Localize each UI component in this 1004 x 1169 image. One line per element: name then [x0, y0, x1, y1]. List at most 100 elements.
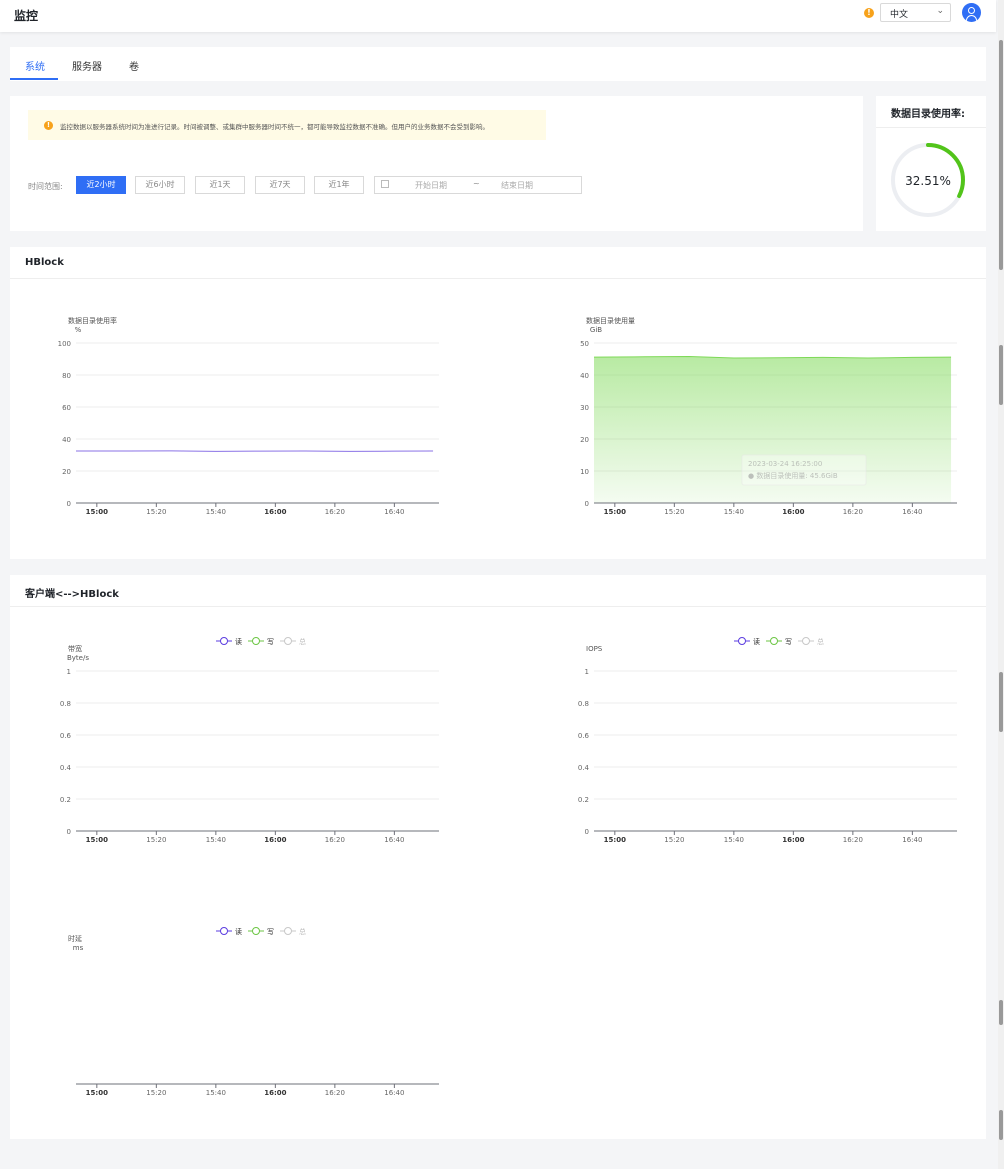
- x-tick-label: 15:00: [604, 836, 626, 844]
- y-axis-unit: Byte/s: [67, 654, 89, 662]
- notice-text: 监控数据以服务器系统时间为准进行记录。时间被调整、或集群中服务器时间不统一，都可…: [60, 123, 489, 131]
- page-title: 监控: [14, 9, 39, 23]
- start-date-input[interactable]: 开始日期: [415, 180, 447, 191]
- x-tick-label: 16:00: [264, 508, 286, 516]
- y-tick-label: 0.4: [60, 764, 72, 772]
- legend-label: 写: [785, 638, 792, 646]
- user-avatar-icon[interactable]: [962, 3, 981, 22]
- legend-marker: [252, 637, 260, 645]
- filter-card: ! 监控数据以服务器系统时间为准进行记录。时间被调整、或集群中服务器时间不统一，…: [10, 96, 863, 231]
- notice-banner: ! 监控数据以服务器系统时间为准进行记录。时间被调整、或集群中服务器时间不统一，…: [28, 110, 546, 140]
- scrollbar-mark: [999, 345, 1003, 405]
- y-tick-label: 40: [580, 372, 589, 380]
- tab-system[interactable]: 系统: [25, 58, 45, 73]
- y-tick-label: 0.8: [60, 700, 71, 708]
- y-tick-label: 0: [585, 500, 589, 508]
- y-tick-label: 0.4: [578, 764, 590, 772]
- usage-amount-chart: 数据目录使用量GiB 0 10 20 30 40 50 2023-03-24 16:25:00…: [580, 316, 957, 516]
- scrollbar-mark: [999, 1110, 1003, 1140]
- x-tick-label: 16:40: [902, 508, 922, 516]
- x-tick-label: 15:20: [146, 836, 166, 844]
- y-axis-unit: %: [75, 326, 82, 334]
- usage-card: 数据目录使用率: 32.51%: [876, 96, 986, 231]
- y-tick-label: 0: [67, 828, 71, 836]
- tab-volumes[interactable]: 卷: [129, 58, 139, 73]
- page-scrollbar[interactable]: [998, 0, 1004, 1169]
- x-tick-label: 15:20: [146, 508, 166, 516]
- language-select[interactable]: 中文 ⌄: [880, 3, 951, 22]
- y-tick-label: 20: [580, 436, 589, 444]
- x-tick-label: 16:20: [843, 508, 863, 516]
- language-select-value: 中文: [890, 10, 909, 20]
- legend-marker: [802, 637, 810, 645]
- y-tick-label: 50: [580, 340, 589, 348]
- range-button-6h[interactable]: 近6小时: [135, 176, 185, 194]
- y-axis-title: IOPS: [586, 645, 603, 653]
- y-tick-label: 0: [67, 500, 71, 508]
- top-bar: 监控 ! 中文 ⌄: [0, 0, 996, 32]
- y-axis-title: 数据目录使用率: [68, 316, 117, 325]
- legend-label: 总: [299, 927, 306, 936]
- y-axis-unit: ms: [73, 944, 84, 952]
- bandwidth-chart: 带宽Byte/s 0 0.2 0.4 0.6 0.8 1 15:00 15:20 15:40 16:…: [60, 637, 439, 844]
- y-tick-label: 0.2: [60, 796, 71, 804]
- x-tick-label: 16:20: [325, 1089, 345, 1097]
- tooltip-time: 2023-03-24 16:25:00: [748, 460, 822, 468]
- y-tick-label: 40: [62, 436, 71, 444]
- y-tick-label: 0.8: [578, 700, 589, 708]
- y-axis-unit: GiB: [590, 326, 602, 334]
- usage-title: 数据目录使用率:: [891, 109, 965, 120]
- time-range-label: 时间范围:: [28, 182, 63, 191]
- y-tick-label: 30: [580, 404, 589, 412]
- warning-icon: !: [44, 121, 53, 130]
- x-tick-label: 16:00: [782, 508, 804, 516]
- legend-marker: [252, 927, 260, 935]
- x-tick-label: 16:40: [384, 836, 404, 844]
- usage-rate-chart: 数据目录使用率% 0 20 40 60 80 100 15:00 15:20 15:40 16:00…: [58, 316, 439, 516]
- y-axis-title: 数据目录使用量: [586, 316, 635, 325]
- x-tick-label: 15:00: [86, 1089, 108, 1097]
- y-tick-label: 100: [58, 340, 71, 348]
- active-tab-indicator: [10, 78, 58, 80]
- date-range-picker[interactable]: 开始日期 ~ 结束日期: [374, 176, 582, 194]
- y-tick-label: 1: [585, 668, 589, 676]
- x-tick-label: 15:40: [206, 1089, 226, 1097]
- y-tick-label: 60: [62, 404, 71, 412]
- chevron-down-icon: ⌄: [936, 6, 944, 16]
- x-tick-label: 16:40: [384, 508, 404, 516]
- legend-label: 读: [235, 927, 242, 936]
- y-tick-label: 0.6: [60, 732, 72, 740]
- y-tick-label: 0.6: [578, 732, 590, 740]
- range-button-1y[interactable]: 近1年: [314, 176, 364, 194]
- range-button-7d[interactable]: 近7天: [255, 176, 305, 194]
- latency-chart: 时延ms 15:00 15:20 15:40 16:00 16:20 16:40 读 写 总: [68, 927, 439, 1097]
- range-button-2h[interactable]: 近2小时: [76, 176, 126, 194]
- calendar-icon: [381, 180, 389, 188]
- range-button-1d[interactable]: 近1天: [195, 176, 245, 194]
- y-tick-label: 0: [585, 828, 589, 836]
- scrollbar-thumb[interactable]: [999, 40, 1003, 270]
- x-tick-label: 15:00: [604, 508, 626, 516]
- x-tick-label: 16:20: [843, 836, 863, 844]
- x-tick-label: 16:00: [264, 1089, 286, 1097]
- warning-icon[interactable]: !: [864, 8, 874, 18]
- tab-servers[interactable]: 服务器: [72, 58, 102, 73]
- y-axis-title: 带宽: [68, 644, 82, 653]
- tooltip-value: ● 数据目录使用量: 45.6GiB: [748, 471, 838, 480]
- x-tick-label: 16:00: [264, 836, 286, 844]
- legend-label: 总: [299, 637, 306, 646]
- iops-chart: IOPS 0 0.2 0.4 0.6 0.8 1 15:00 15:20 15:40 16:00 16…: [578, 637, 957, 844]
- x-tick-label: 15:20: [664, 836, 684, 844]
- y-tick-label: 80: [62, 372, 71, 380]
- legend-marker: [220, 637, 228, 645]
- scrollbar-mark: [999, 672, 1003, 732]
- x-tick-label: 15:20: [664, 508, 684, 516]
- usage-percent: 32.51%: [905, 174, 951, 188]
- client-card: 客户端<-->HBlock 带宽 Byte/s 0 0.2 0.4 0.6 0.8 1 15:0…: [10, 575, 986, 1139]
- x-tick-label: 15:00: [86, 508, 108, 516]
- legend-label: 读: [753, 637, 760, 646]
- x-tick-label: 15:00: [86, 836, 108, 844]
- y-axis-title: 时延: [68, 934, 82, 943]
- end-date-input[interactable]: 结束日期: [501, 180, 533, 191]
- y-tick-label: 1: [67, 668, 71, 676]
